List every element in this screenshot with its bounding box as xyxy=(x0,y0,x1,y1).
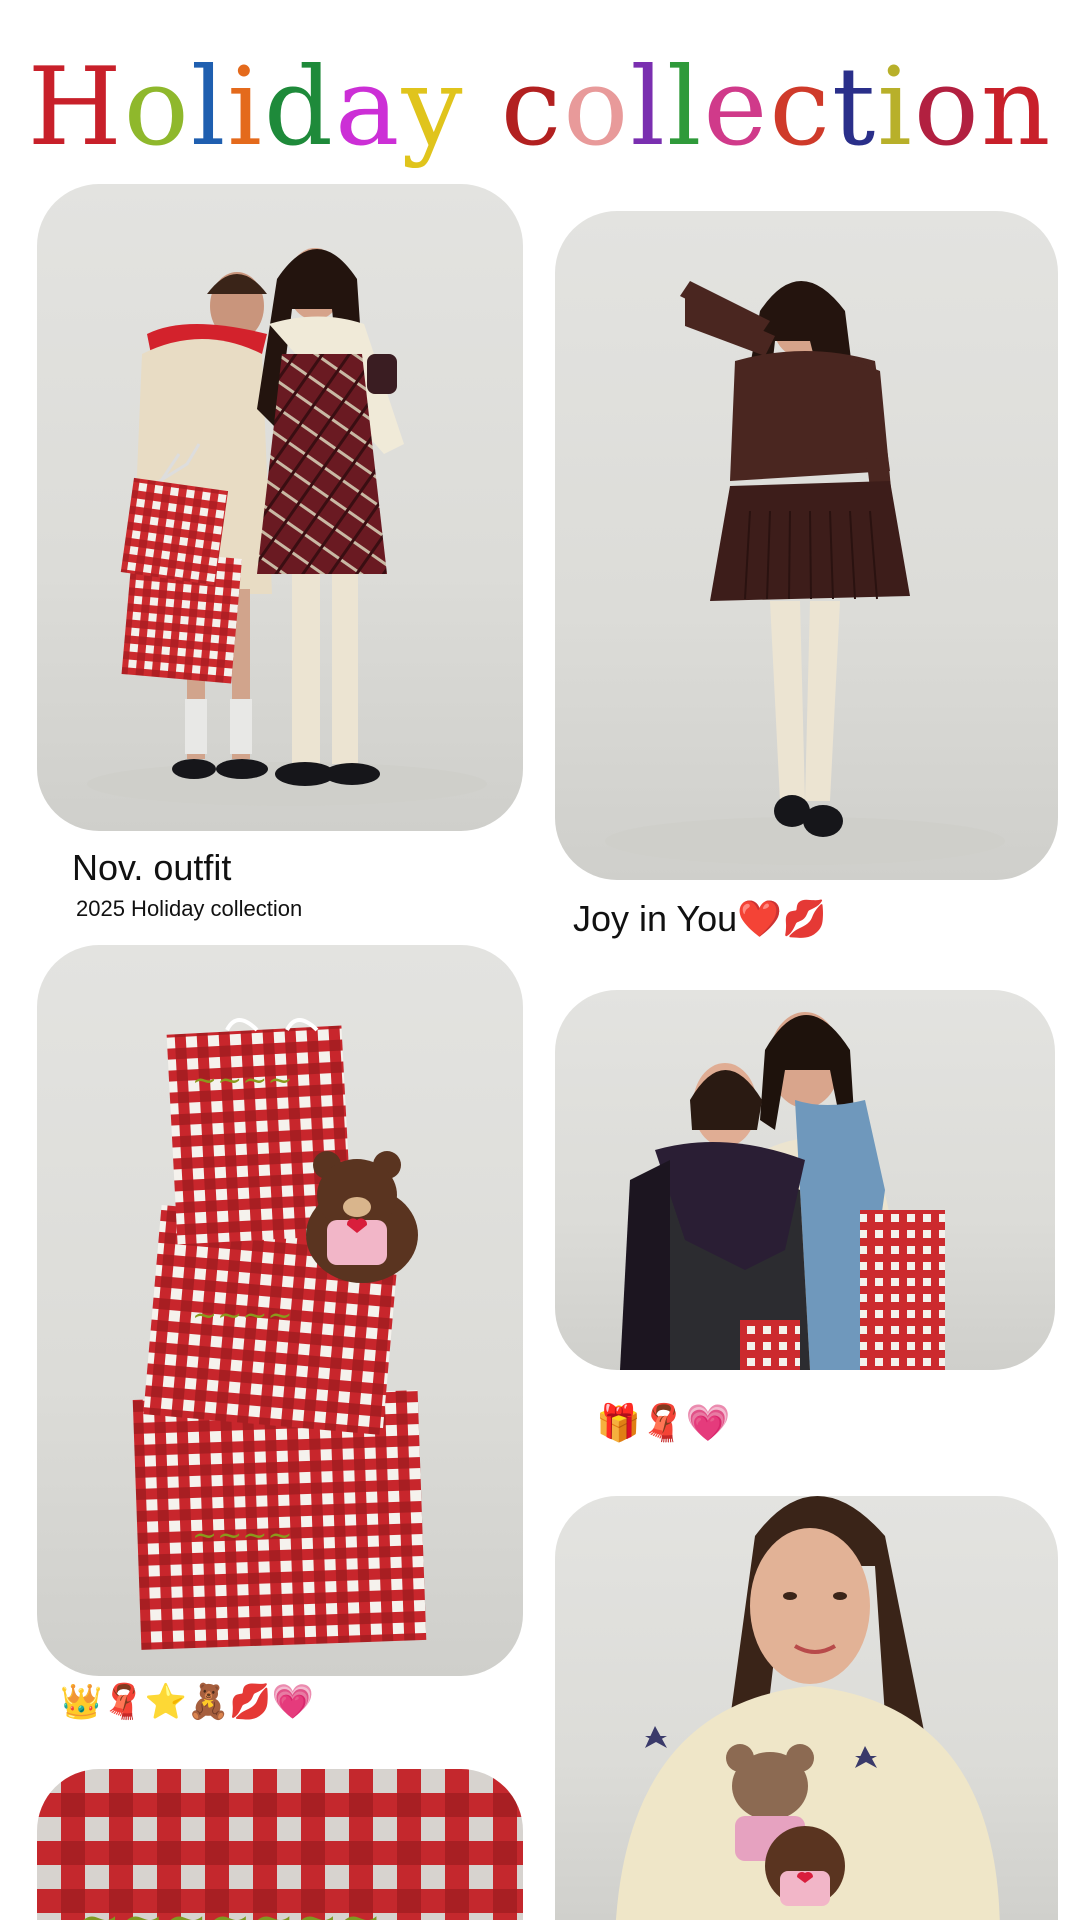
title-letter: o xyxy=(123,45,191,170)
title-letter: d xyxy=(263,45,336,170)
title-letter: o xyxy=(563,45,631,170)
photo-girl-teddy-sweater xyxy=(616,1496,1000,1920)
title-letter: c xyxy=(769,45,832,170)
title-letter: H xyxy=(27,45,124,170)
title-letter: o xyxy=(913,45,981,170)
title-letter: i xyxy=(877,45,914,170)
photo-gingham-closeup: ~~~~~~~ xyxy=(37,1769,523,1920)
title-letter: c xyxy=(500,45,564,170)
photo-card-gift-bags[interactable]: ~~~~ ~~~~ ~~~~ xyxy=(37,945,523,1676)
photo-card-gingham-crop[interactable]: ~~~~~~~ xyxy=(37,1769,523,1920)
photo-girl-brown-outfit xyxy=(605,281,1005,865)
photo-two-girls-holiday-outfits xyxy=(87,248,487,806)
bag-logo-text: ~~~~ xyxy=(192,1063,293,1098)
post-caption-title: 🎁🧣💗 xyxy=(596,1402,731,1443)
photo-stacked-gift-bags-teddy: ~~~~ ~~~~ ~~~~ xyxy=(132,1018,427,1650)
svg-text:~~~~~~~: ~~~~~~~ xyxy=(77,1890,382,1920)
title-letter: i xyxy=(227,45,264,170)
post-caption-title: Nov. outfit xyxy=(72,847,232,888)
photo-card-nov-outfit[interactable] xyxy=(37,184,523,831)
title-letter: a xyxy=(335,45,402,170)
photo-card-joy-in-you[interactable] xyxy=(555,211,1058,880)
title-letter: e xyxy=(703,45,770,170)
photo-card-scarves[interactable] xyxy=(555,990,1055,1370)
title-letter: l xyxy=(190,45,228,170)
page-title: Holiday collection xyxy=(0,38,1080,178)
photo-card-teddy-sweater[interactable] xyxy=(555,1496,1058,1920)
title-letter: y xyxy=(401,45,465,170)
title-letter: t xyxy=(831,45,878,170)
title-letter xyxy=(464,38,500,178)
post-caption-title: Joy in You❤️💋 xyxy=(573,898,827,939)
title-letter: l xyxy=(666,45,704,170)
title-letter: l xyxy=(630,45,667,170)
post-caption-title: 👑🧣⭐🧸💋💗 xyxy=(60,1683,315,1721)
svg-text:~~~~: ~~~~ xyxy=(192,1518,293,1553)
svg-text:~~~~: ~~~~ xyxy=(192,1298,293,1333)
post-caption-subtitle: 2025 Holiday collection xyxy=(76,896,303,921)
title-letter: n xyxy=(980,45,1053,170)
photo-two-girls-scarves xyxy=(620,1012,945,1370)
